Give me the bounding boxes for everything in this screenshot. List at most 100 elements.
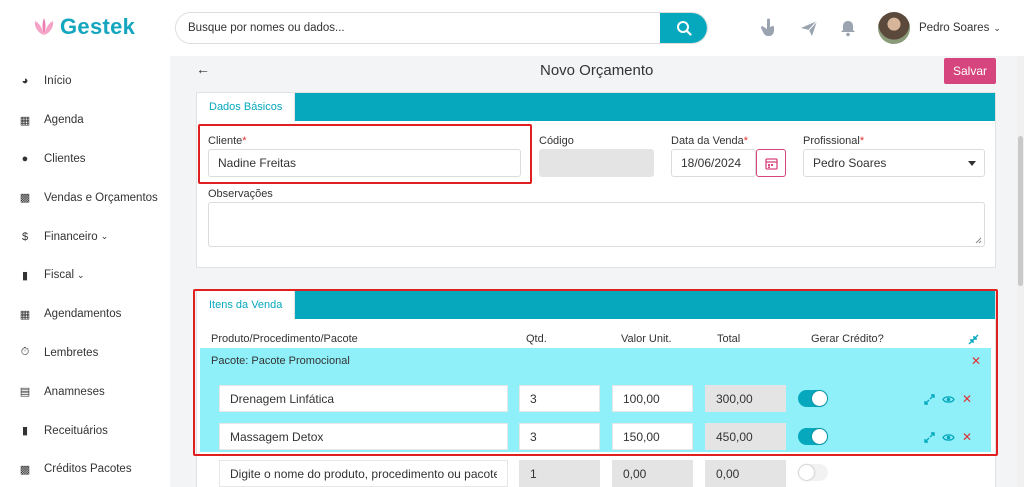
scrollbar-thumb[interactable] [1018, 136, 1023, 286]
profissional-value: Pedro Soares [813, 156, 887, 170]
tab-dados-basicos[interactable]: Dados Básicos [197, 93, 296, 121]
toggle-knob [812, 429, 827, 444]
lotus-logo-icon [34, 18, 54, 35]
sidebar-item-inicio[interactable]: ◕ Início [0, 62, 170, 101]
sidebar-item-label: Início [44, 75, 72, 88]
profissional-select[interactable]: Pedro Soares [803, 149, 985, 177]
item-actions: ✕ [924, 430, 972, 444]
item-credit-toggle[interactable] [798, 428, 828, 445]
item-unit-field[interactable]: 100,00 [612, 385, 693, 412]
expand-arrows-icon[interactable] [924, 393, 935, 405]
sidebar-item-label: Vendas e Orçamentos [44, 191, 158, 204]
new-item-unit-value: 0,00 [623, 466, 647, 481]
item-qty: 3 [530, 391, 537, 406]
item-unit: 100,00 [623, 391, 660, 406]
notifications-button[interactable] [837, 17, 859, 39]
dashboard-icon: ◕ [21, 75, 29, 88]
toggle-knob [799, 465, 814, 480]
item-total-field: 450,00 [705, 423, 786, 450]
sidebar-item-receituarios[interactable]: ▮ Receituários [0, 411, 170, 450]
item-qty-field[interactable]: 3 [519, 423, 600, 450]
sidebar-item-agenda[interactable]: ▦ Agenda [0, 101, 170, 140]
save-button[interactable]: Salvar [944, 58, 996, 84]
toggle-knob [812, 391, 827, 406]
resize-handle-icon[interactable] [975, 237, 982, 244]
item-total: 450,00 [716, 429, 753, 444]
sidebar-item-anamneses[interactable]: ▤ Anamneses [0, 372, 170, 411]
item-name: Massagem Detox [230, 429, 324, 444]
sidebar-item-label: Anamneses [44, 385, 105, 398]
item-name-field[interactable]: Massagem Detox [219, 423, 508, 450]
sidebar-item-agendamentos[interactable]: ▦ Agendamentos [0, 295, 170, 334]
search-icon [676, 21, 692, 36]
sidebar-nav: ◕ Início ▦ Agenda ● Clientes ▩ Vendas e Orçamen… [0, 62, 170, 487]
caret-down-icon [968, 161, 976, 166]
item-qty: 3 [530, 429, 537, 444]
new-item-input[interactable]: Digite o nome do produto, procedimento o… [219, 460, 508, 487]
chevron-down-icon: ⌄ [77, 269, 85, 280]
shopping-bag-icon: ▩ [19, 192, 31, 205]
data-venda-label: Data da Venda* [671, 135, 748, 147]
calendar-icon: ▦ [19, 308, 31, 321]
collapse-arrows-icon[interactable] [968, 334, 979, 345]
item-name-field[interactable]: Drenagem Linfática [219, 385, 508, 412]
document-icon: ▮ [21, 425, 29, 438]
sidebar-item-clientes[interactable]: ● Clientes [0, 140, 170, 179]
item-credit-toggle[interactable] [798, 390, 828, 407]
tab-itens-da-venda[interactable]: Itens da Venda [197, 291, 296, 319]
touch-button[interactable] [758, 17, 780, 39]
profissional-label-text: Profissional [803, 135, 860, 147]
paper-plane-icon [801, 20, 818, 36]
sidebar-item-lembretes[interactable]: ⏱ Lembretes [0, 334, 170, 373]
sidebar-item-label: Agenda [44, 114, 84, 127]
page-title: Novo Orçamento [540, 62, 654, 79]
observacoes-label: Observações [208, 188, 273, 200]
eye-icon[interactable] [942, 432, 955, 443]
item-unit: 150,00 [623, 429, 660, 444]
chevron-down-icon: ⌄ [993, 22, 1001, 33]
document-icon: ▮ [21, 269, 29, 282]
col-valor-unit: Valor Unit. [621, 333, 672, 345]
cliente-field[interactable]: Nadine Freitas [208, 149, 521, 177]
new-item-credit-toggle[interactable] [798, 464, 828, 481]
required-mark: * [859, 135, 865, 147]
eye-icon[interactable] [942, 394, 955, 405]
sidebar-item-financeiro[interactable]: $ Financeiro ⌄ [0, 217, 170, 256]
calendar-button[interactable] [756, 149, 786, 177]
sidebar-item-vendas-e-orcamentos[interactable]: ▩ Vendas e Orçamentos [0, 178, 170, 217]
sidebar-item-fiscal[interactable]: ▮ Fiscal ⌄ [0, 256, 170, 295]
sidebar-item-label: Clientes [44, 152, 86, 165]
col-total: Total [717, 333, 741, 345]
sidebar-item-creditos-pacotes[interactable]: ▩ Créditos Pacotes [0, 450, 170, 487]
remove-item-icon[interactable]: ✕ [962, 430, 972, 444]
data-venda-field[interactable]: 18/06/2024 [671, 149, 756, 177]
sidebar-item-label: Agendamentos [44, 308, 122, 321]
remove-package-icon[interactable]: ✕ [971, 354, 981, 368]
search-input[interactable] [176, 13, 656, 43]
item-qty-field[interactable]: 3 [519, 385, 600, 412]
new-item-qty: 1 [519, 460, 600, 487]
logo[interactable]: Gestek [32, 14, 135, 40]
required-mark: * [242, 135, 247, 147]
new-item-total: 0,00 [705, 460, 786, 487]
basic-data-tabbar: Dados Básicos [197, 93, 995, 121]
observacoes-textarea[interactable] [208, 202, 985, 247]
sale-items-tabbar: Itens da Venda [197, 291, 995, 319]
item-total: 300,00 [716, 391, 753, 406]
page-scrollbar[interactable] [1017, 56, 1024, 487]
users-icon: ● [21, 152, 29, 165]
remove-item-icon[interactable]: ✕ [962, 392, 972, 406]
item-unit-field[interactable]: 150,00 [612, 423, 693, 450]
avatar [878, 12, 910, 44]
profissional-label: Profissional* [803, 135, 864, 147]
item-total-field: 300,00 [705, 385, 786, 412]
user-menu[interactable]: Pedro Soares ⌄ [878, 12, 1001, 44]
codigo-label: Código [539, 135, 574, 147]
back-arrow-icon[interactable]: ← [196, 61, 210, 77]
sidebar-item-label: Créditos Pacotes [44, 463, 132, 476]
hand-pointer-icon [760, 18, 775, 36]
expand-arrows-icon[interactable] [924, 431, 935, 443]
required-mark: * [743, 135, 749, 147]
search-button[interactable] [660, 13, 707, 43]
send-button[interactable] [798, 17, 820, 39]
